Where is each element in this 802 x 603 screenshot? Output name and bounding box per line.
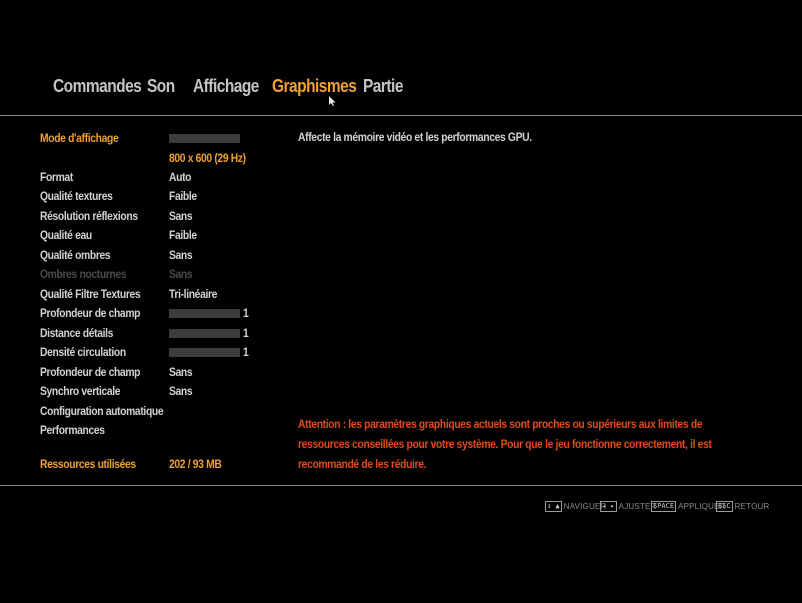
hint-naviguer: ↕ ▲ NAVIGUER <box>545 501 606 512</box>
setting-label-qualite-textures[interactable]: Qualité textures <box>40 189 113 203</box>
hint-retour-label: RETOUR <box>734 502 770 511</box>
setting-label-profondeur-champ-slider[interactable]: Profondeur de champ <box>40 306 140 320</box>
hint-retour[interactable]: ESC RETOUR <box>716 501 770 512</box>
setting-label-distance-details[interactable]: Distance détails <box>40 326 113 340</box>
setting-config-auto[interactable]: Configuration automatique <box>40 404 164 418</box>
profondeur-champ-slider-value: 1 <box>243 306 249 320</box>
setting-label-ombres-nocturnes: Ombres nocturnes <box>40 267 127 281</box>
mode-affichage-bar[interactable] <box>169 134 240 143</box>
divider-bottom <box>0 485 802 486</box>
profondeur-champ-slider[interactable] <box>169 309 240 318</box>
setting-label-synchro-verticale[interactable]: Synchro verticale <box>40 384 121 398</box>
setting-value-mode-affichage[interactable]: 800 x 600 (29 Hz) <box>169 151 246 165</box>
setting-label-format[interactable]: Format <box>40 170 73 184</box>
setting-label-densite-circulation[interactable]: Densité circulation <box>40 345 126 359</box>
setting-value-ombres-nocturnes: Sans <box>169 267 193 281</box>
setting-label-qualite-filtre[interactable]: Qualité Filtre Textures <box>40 287 141 301</box>
hint-ajuster: ◂ ▸ AJUSTER <box>600 501 657 512</box>
setting-label-qualite-ombres[interactable]: Qualité ombres <box>40 248 111 262</box>
mouse-cursor-icon <box>329 96 336 106</box>
distance-details-slider-value: 1 <box>243 326 249 340</box>
distance-details-slider[interactable] <box>169 329 240 338</box>
setting-performances[interactable]: Performances <box>40 423 105 437</box>
setting-value-profondeur-champ[interactable]: Sans <box>169 365 193 379</box>
tab-commandes[interactable]: Commandes <box>53 76 142 97</box>
setting-value-qualite-filtre[interactable]: Tri-linéaire <box>169 287 217 301</box>
tab-affichage[interactable]: Affichage <box>193 76 259 97</box>
setting-value-synchro-verticale[interactable]: Sans <box>169 384 193 398</box>
setting-value-resolution-reflexions[interactable]: Sans <box>169 209 193 223</box>
resource-warning: Attention : les paramètres graphiques ac… <box>298 417 712 471</box>
tab-partie[interactable]: Partie <box>363 76 403 97</box>
esc-key-icon: ESC <box>716 501 733 512</box>
setting-description: Affecte la mémoire vidéo et les performa… <box>298 130 532 144</box>
space-key-icon: SPACE <box>651 501 677 512</box>
setting-value-qualite-ombres[interactable]: Sans <box>169 248 193 262</box>
setting-value-qualite-eau[interactable]: Faible <box>169 228 197 242</box>
densite-circulation-slider[interactable] <box>169 348 240 357</box>
resources-label: Ressources utilisées <box>40 457 136 471</box>
setting-label-qualite-eau[interactable]: Qualité eau <box>40 228 92 242</box>
resources-value: 202 / 93 MB <box>169 457 222 471</box>
densite-circulation-slider-value: 1 <box>243 345 249 359</box>
setting-label-resolution-reflexions[interactable]: Résolution réflexions <box>40 209 138 223</box>
setting-label-profondeur-champ[interactable]: Profondeur de champ <box>40 365 140 379</box>
setting-value-qualite-textures[interactable]: Faible <box>169 189 197 203</box>
navigate-keys-icon: ↕ ▲ <box>545 501 562 512</box>
divider-top <box>0 115 802 116</box>
hint-appliquer[interactable]: SPACE APPLIQUER <box>651 501 726 512</box>
tab-graphismes[interactable]: Graphismes <box>272 76 357 97</box>
tab-son[interactable]: Son <box>147 76 175 97</box>
adjust-keys-icon: ◂ ▸ <box>600 501 617 512</box>
setting-label-mode-affichage[interactable]: Mode d'affichage <box>40 131 119 145</box>
setting-value-format[interactable]: Auto <box>169 170 191 184</box>
